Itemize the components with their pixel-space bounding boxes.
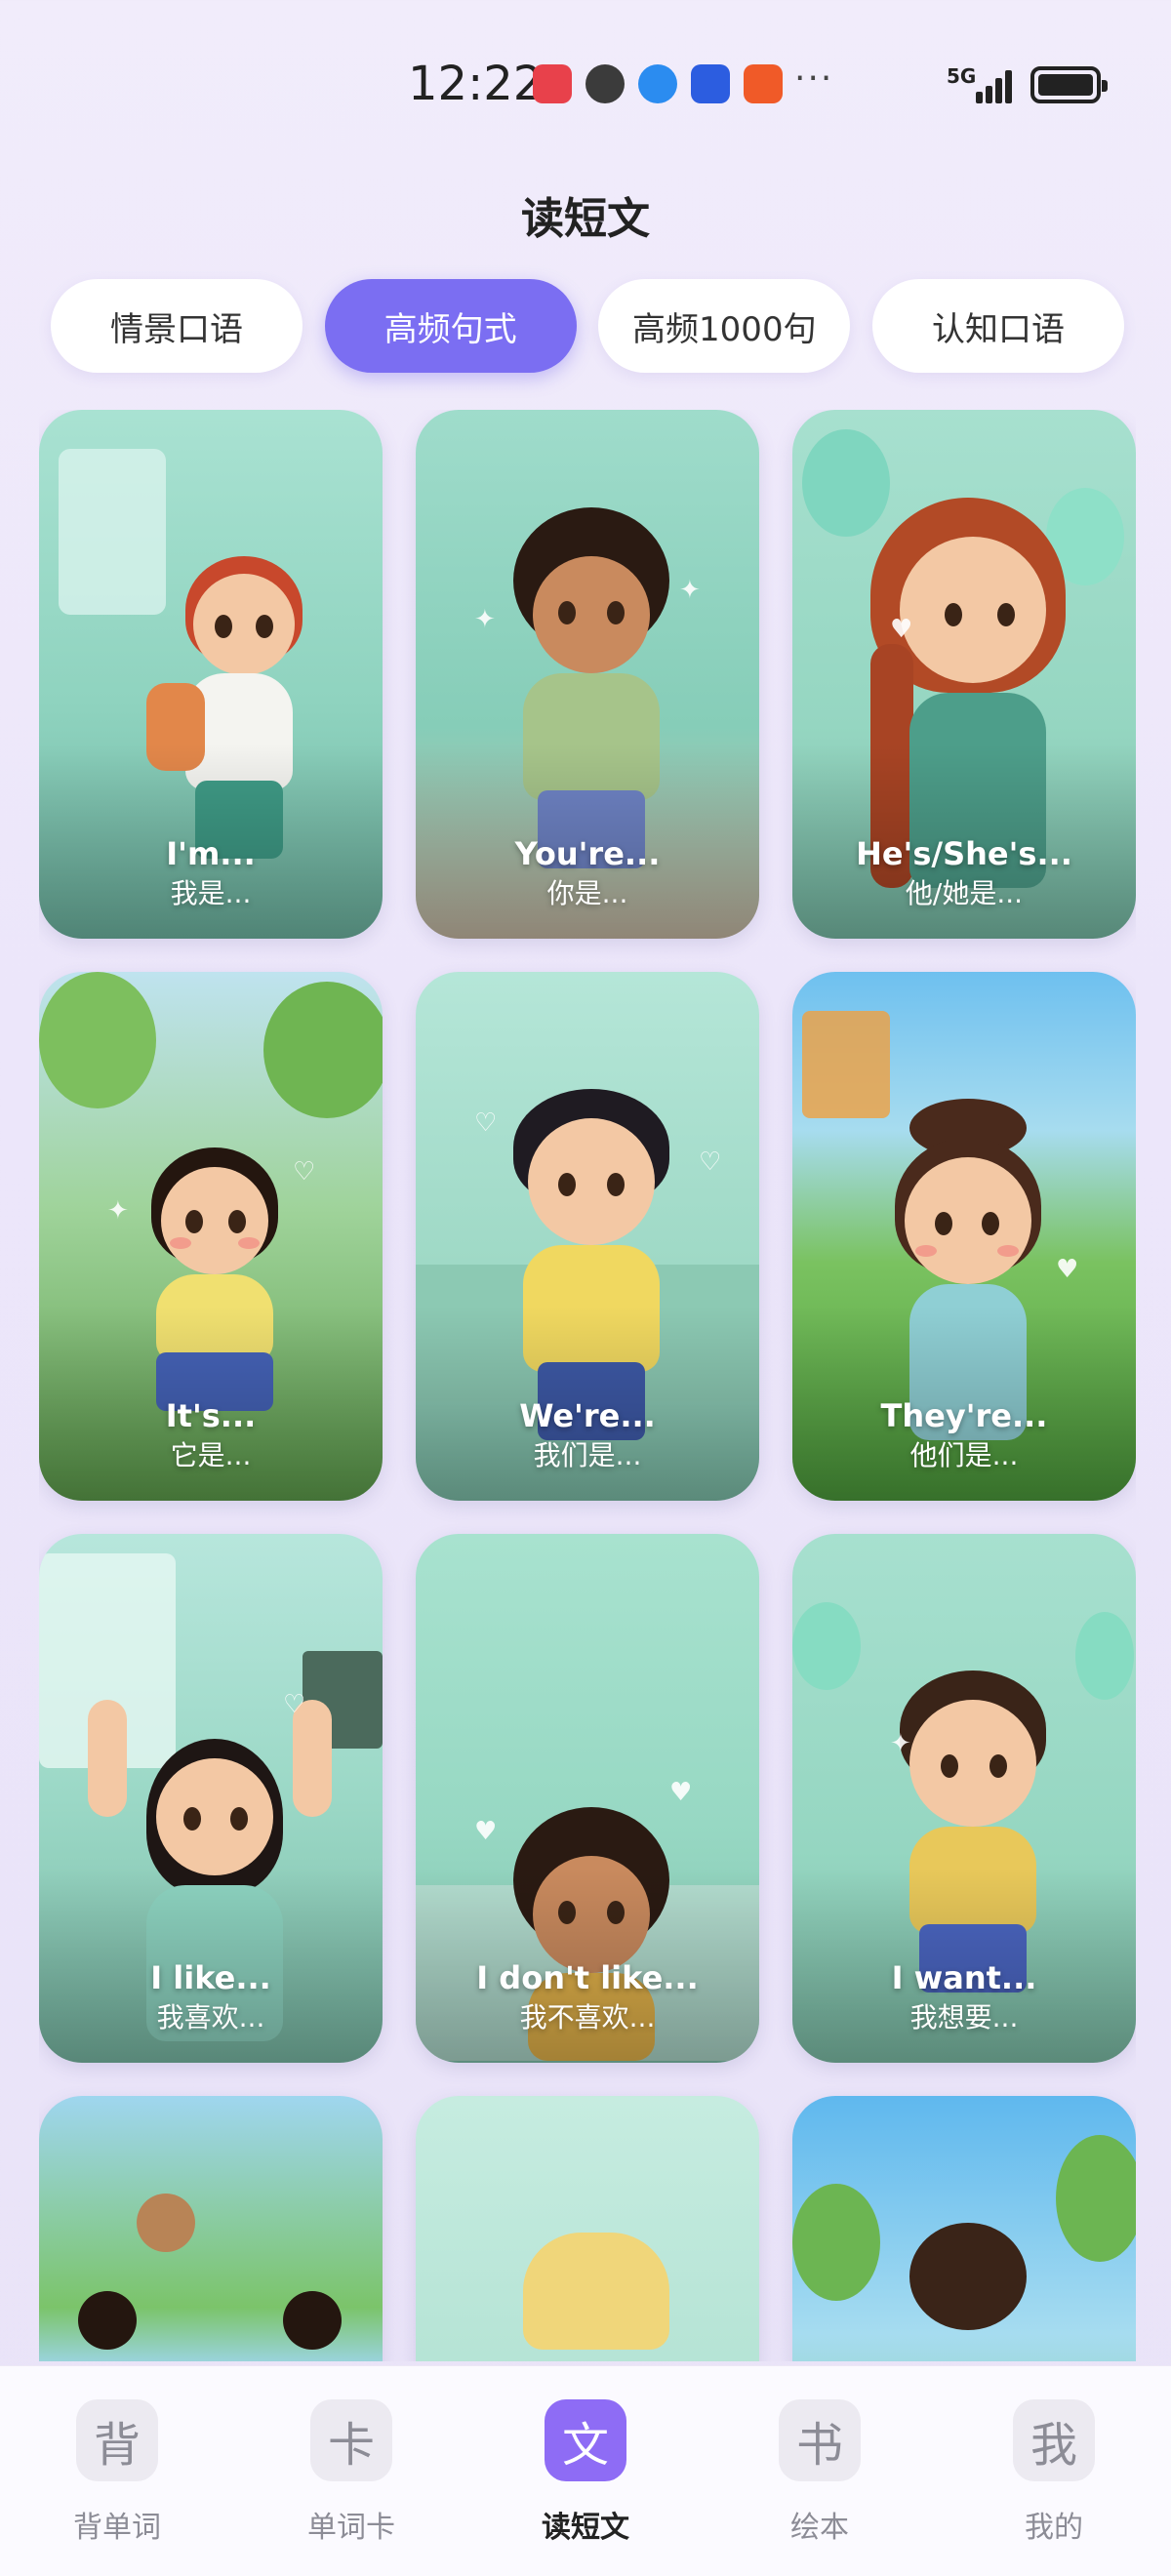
card-i-like[interactable]: ♡ I like... 我喜欢... — [39, 1534, 383, 2063]
card-row4-3[interactable] — [792, 2096, 1136, 2361]
memorize-icon: 背 — [76, 2399, 158, 2481]
nav-profile[interactable]: 我 我的 — [956, 2366, 1151, 2576]
nav-read-passages[interactable]: 文 读短文 — [488, 2366, 683, 2576]
card-its[interactable]: ♡ ✦ It's... 它是... — [39, 972, 383, 1501]
card-chinese: 我不喜欢... — [519, 2001, 656, 2033]
profile-icon: 我 — [1013, 2399, 1095, 2481]
text-icon: 文 — [545, 2399, 626, 2481]
card-hes-shes[interactable]: ♥ He's/She's... 他/她是... — [792, 410, 1136, 939]
card-i-want[interactable]: ✦ I want... 我想要... — [792, 1534, 1136, 2063]
card-chinese: 我们是... — [533, 1439, 642, 1471]
card-chinese: 他们是... — [909, 1439, 1019, 1471]
card-chinese: 他/她是... — [905, 877, 1024, 909]
card-theyre[interactable]: ♥ They're... 他们是... — [792, 972, 1136, 1501]
card-row4-2[interactable] — [416, 2096, 759, 2361]
card-were[interactable]: ♡ ♡ We're... 我们是... — [416, 972, 759, 1501]
network-type: 5G — [947, 64, 977, 88]
card-im[interactable]: I'm... 我是... — [39, 410, 383, 939]
card-youre[interactable]: ✦ ✦ You're... 你是... — [416, 410, 759, 939]
card-chinese: 我喜欢... — [156, 2001, 265, 2033]
card-english: I don't like... — [476, 1959, 699, 1996]
page-title: 读短文 — [521, 194, 650, 244]
card-chinese: 你是... — [546, 877, 628, 909]
location-app-icon — [691, 64, 730, 103]
card-english: I like... — [150, 1959, 271, 1996]
card-english: They're... — [880, 1397, 1048, 1434]
status-time: 12:22 — [408, 57, 544, 111]
card-i-dont-like[interactable]: ♥ ♥ I don't like... 我不喜欢... — [416, 1534, 759, 2063]
nav-label: 单词卡 — [307, 2511, 395, 2545]
nav-word-cards[interactable]: 卡 单词卡 — [254, 2366, 449, 2576]
battery-icon — [1030, 66, 1108, 103]
tab-high-frequency-1000[interactable]: 高频1000句 — [598, 279, 851, 373]
card-english: You're... — [514, 835, 661, 872]
status-bar: 12:22 ··· 5G — [0, 0, 1171, 166]
nav-label: 背单词 — [73, 2511, 161, 2545]
category-tabs: 情景口语 高频句式 高频1000句 认知口语 — [51, 279, 1124, 373]
tab-situational-speaking[interactable]: 情景口语 — [51, 279, 303, 373]
sentence-pattern-grid: I'm... 我是... ✦ ✦ You're... 你是... ♥ He's/… — [39, 410, 1136, 2361]
browser-app-icon — [638, 64, 677, 103]
card-english: I'm... — [166, 835, 256, 872]
card-english: I want... — [891, 1959, 1037, 1996]
card-chinese: 我想要... — [909, 2001, 1019, 2033]
card-english: We're... — [519, 1397, 656, 1434]
card-english: He's/She's... — [856, 835, 1072, 872]
card-chinese: 它是... — [170, 1439, 252, 1471]
cat-app-icon — [586, 64, 625, 103]
huawei-app-icon — [533, 64, 572, 103]
nav-label: 读短文 — [542, 2511, 629, 2545]
book-icon: 书 — [779, 2399, 861, 2481]
nav-picture-books[interactable]: 书 绘本 — [722, 2366, 917, 2576]
nav-memorize-words[interactable]: 背 背单词 — [20, 2366, 215, 2576]
card-chinese: 我是... — [170, 877, 252, 909]
more-notifications-icon: ··· — [794, 59, 834, 99]
card-row4-1[interactable] — [39, 2096, 383, 2361]
nav-label: 绘本 — [790, 2511, 849, 2545]
card-icon: 卡 — [310, 2399, 392, 2481]
signal-icon: 5G — [947, 64, 1015, 103]
tab-high-frequency-patterns[interactable]: 高频句式 — [324, 279, 577, 373]
nav-label: 我的 — [1025, 2511, 1083, 2545]
toutiao-app-icon — [744, 64, 783, 103]
card-english: It's... — [165, 1397, 257, 1434]
bottom-nav: 背 背单词 卡 单词卡 文 读短文 书 绘本 我 我的 — [0, 2365, 1171, 2576]
tab-cognitive-speaking[interactable]: 认知口语 — [871, 279, 1124, 373]
